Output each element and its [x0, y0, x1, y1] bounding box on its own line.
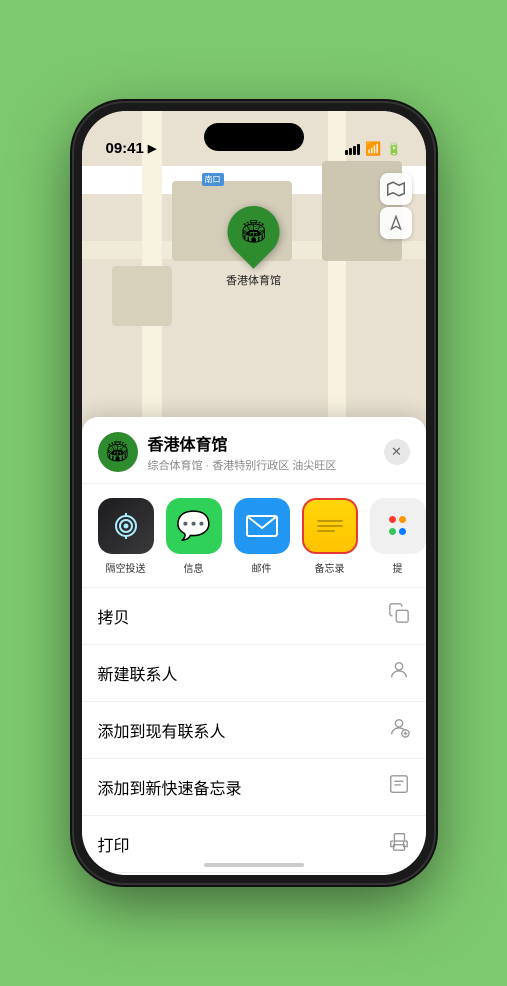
- signal-bars: [345, 144, 360, 155]
- map-label-nankou: 南口: [202, 173, 224, 186]
- phone-screen: 09:41 ▶ 📶 🔋: [82, 111, 426, 875]
- nankou-tag: 南口: [202, 173, 224, 186]
- action-new-contact-label: 新建联系人: [98, 661, 178, 685]
- stadium-pin: 🏟 香港体育馆: [226, 206, 281, 288]
- action-add-contact-label: 添加到现有联系人: [98, 718, 226, 742]
- action-add-contact[interactable]: 添加到现有联系人: [82, 702, 426, 759]
- notes-icon: [302, 498, 358, 554]
- action-quick-note[interactable]: 添加到新快速备忘录: [82, 759, 426, 816]
- action-quick-note-label: 添加到新快速备忘录: [98, 775, 242, 799]
- bottom-sheet: 🏟 香港体育馆 综合体育馆 · 香港特别行政区 油尖旺区 ✕: [82, 417, 426, 875]
- share-item-mail[interactable]: 邮件: [234, 498, 290, 575]
- venue-sub: 综合体育馆 · 香港特别行政区 油尖旺区: [148, 457, 374, 473]
- status-time: 09:41: [106, 140, 144, 157]
- venue-header: 🏟 香港体育馆 综合体育馆 · 香港特别行政区 油尖旺区 ✕: [82, 417, 426, 484]
- quick-note-icon: [388, 773, 410, 801]
- location-button[interactable]: [380, 207, 412, 239]
- dynamic-island: [204, 123, 304, 151]
- action-print-label: 打印: [98, 832, 130, 856]
- map-controls: [380, 173, 412, 239]
- pin-icon: 🏟: [240, 219, 268, 245]
- share-item-messages[interactable]: 💬 信息: [166, 498, 222, 575]
- action-list: 拷贝 新建联系人: [82, 588, 426, 873]
- map-view-toggle[interactable]: [380, 173, 412, 205]
- more-dots: [389, 516, 406, 535]
- wifi-icon: 📶: [365, 141, 381, 157]
- messages-label: 信息: [184, 560, 204, 575]
- battery-icon: 🔋: [387, 142, 402, 156]
- new-contact-icon: [388, 659, 410, 687]
- venue-icon: 🏟: [98, 432, 138, 472]
- mail-label: 邮件: [252, 560, 272, 575]
- share-row: 隔空投送 💬 信息 邮件: [82, 484, 426, 588]
- status-icons: 📶 🔋: [345, 141, 401, 157]
- mail-icon: [234, 498, 290, 554]
- notes-label: 备忘录: [315, 560, 345, 575]
- share-item-notes[interactable]: 备忘录: [302, 498, 358, 575]
- venue-info: 香港体育馆 综合体育馆 · 香港特别行政区 油尖旺区: [148, 431, 374, 473]
- action-new-contact[interactable]: 新建联系人: [82, 645, 426, 702]
- airdrop-label: 隔空投送: [106, 560, 146, 575]
- airdrop-icon: [98, 498, 154, 554]
- pin-circle: 🏟: [217, 195, 291, 269]
- close-button[interactable]: ✕: [384, 439, 410, 465]
- phone-frame: 09:41 ▶ 📶 🔋: [74, 103, 434, 883]
- home-indicator: [204, 863, 304, 867]
- print-icon: [388, 830, 410, 858]
- action-copy[interactable]: 拷贝: [82, 588, 426, 645]
- share-item-more[interactable]: 提: [370, 498, 426, 575]
- more-icon: [370, 498, 426, 554]
- venue-name: 香港体育馆: [148, 431, 374, 455]
- pin-label: 香港体育馆: [226, 272, 281, 288]
- messages-icon: 💬: [166, 498, 222, 554]
- share-item-airdrop[interactable]: 隔空投送: [98, 498, 154, 575]
- action-copy-label: 拷贝: [98, 604, 130, 628]
- add-contact-icon: [388, 716, 410, 744]
- map-block3: [112, 266, 172, 326]
- copy-icon: [388, 602, 410, 630]
- more-label: 提: [393, 560, 403, 575]
- location-icon: ▶: [148, 142, 156, 155]
